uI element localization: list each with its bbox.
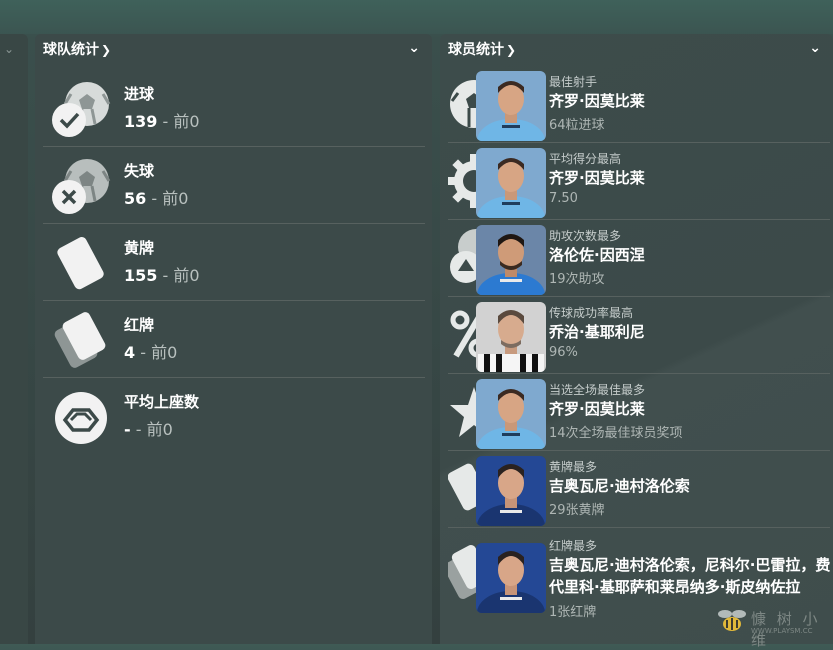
- chevron-down-icon[interactable]: ⌄: [809, 40, 821, 56]
- player-name: 齐罗·因莫比莱: [549, 169, 645, 187]
- red-card-icon: [54, 312, 106, 368]
- team-stats-panel: 球队统计 ❯ ⌄ 进球 139 - 前0 失球 56 - 前0 黄牌 155 - …: [35, 34, 432, 644]
- stat-category: 红牌最多: [549, 539, 598, 553]
- stat-value: 4 - 前0: [124, 343, 178, 362]
- stat-value: 64粒进球: [549, 118, 605, 133]
- stat-category: 当选全场最佳最多: [549, 383, 646, 397]
- stat-label: 黄牌: [124, 239, 155, 257]
- stat-value: 139 - 前0: [124, 112, 200, 131]
- stat-value: - - 前0: [124, 420, 173, 439]
- stat-value: 96%: [549, 345, 578, 360]
- chevron-right-icon: ❯: [101, 43, 112, 57]
- stat-value: 14次全场最佳球员奖项: [549, 426, 683, 441]
- stadium-icon: [55, 392, 107, 444]
- player-stats-header[interactable]: 球员统计 ❯: [448, 39, 516, 59]
- panel-title: 球员统计: [448, 42, 504, 58]
- player-photo: [476, 302, 546, 372]
- player-stat-row[interactable]: 平均得分最高 齐罗·因莫比莱 7.50: [448, 144, 830, 220]
- stat-value: 155 - 前0: [124, 266, 200, 285]
- stat-category: 助攻次数最多: [549, 229, 622, 243]
- stat-label: 平均上座数: [124, 393, 200, 411]
- stat-value: 7.50: [549, 191, 578, 206]
- bee-icon: [718, 610, 746, 631]
- player-stat-row[interactable]: 传球成功率最高 乔治·基耶利尼 96%: [448, 298, 830, 374]
- yellow-card-icon: [57, 237, 104, 290]
- ball-check-icon: [52, 82, 111, 137]
- player-name: 吉奥瓦尼·迪村洛伦索，尼科尔·巴雷拉，费代里科·基耶萨和莱昂纳多·斯皮纳佐拉: [549, 556, 831, 596]
- stat-row-goals: 进球 139 - 前0: [43, 70, 425, 147]
- chevron-down-icon[interactable]: ⌄: [4, 42, 14, 56]
- watermark-url: WWW.PLAYSM.CC: [751, 627, 813, 635]
- stat-value: 56 - 前0: [124, 189, 189, 208]
- stat-category: 最佳射手: [549, 75, 598, 89]
- stat-category: 平均得分最高: [549, 152, 622, 166]
- player-stat-row[interactable]: 当选全场最佳最多 齐罗·因莫比莱 14次全场最佳球员奖项: [448, 375, 830, 451]
- player-stat-row[interactable]: 助攻次数最多 洛伦佐·因西涅 19次助攻: [448, 221, 830, 297]
- top-band: [0, 0, 833, 34]
- player-name: 齐罗·因莫比莱: [549, 92, 645, 110]
- stat-label: 失球: [124, 162, 155, 180]
- stat-label: 红牌: [124, 316, 155, 334]
- stat-value: 19次助攻: [549, 272, 605, 287]
- watermark-logo: 慷 树 小 维 WWW.PLAYSM.CC: [715, 604, 825, 649]
- player-name: 乔治·基耶利尼: [549, 323, 645, 341]
- player-name: 齐罗·因莫比莱: [549, 400, 645, 418]
- stat-value: 1张红牌: [549, 605, 597, 620]
- player-name: 洛伦佐·因西涅: [549, 246, 645, 264]
- player-photo: [476, 379, 546, 449]
- panel-title: 球队统计: [43, 42, 99, 58]
- stat-row-yellow: 黄牌 155 - 前0: [43, 224, 425, 301]
- stat-category: 黄牌最多: [549, 460, 598, 474]
- player-name: 吉奥瓦尼·迪村洛伦索: [549, 477, 690, 495]
- stat-label: 进球: [124, 85, 155, 103]
- player-photo: [476, 148, 546, 218]
- stat-row-conceded: 失球 56 - 前0: [43, 147, 425, 224]
- player-stat-row[interactable]: 黄牌最多 吉奥瓦尼·迪村洛伦索 29张黄牌: [448, 452, 830, 528]
- collapsed-panel[interactable]: ⌄: [0, 34, 28, 644]
- team-stats-header[interactable]: 球队统计 ❯: [43, 39, 111, 59]
- player-photo: [476, 543, 546, 613]
- player-stats-panel: 球员统计 ❯ ⌄ 最佳射手 齐罗·因莫比莱 64粒进球 平均得分最高 齐罗·因莫…: [440, 34, 833, 644]
- player-photo: [476, 456, 546, 526]
- stat-row-attendance: 平均上座数 - - 前0: [43, 378, 425, 454]
- stat-category: 传球成功率最高: [549, 306, 634, 320]
- ball-cross-icon: [52, 159, 111, 214]
- player-stat-row[interactable]: 最佳射手 齐罗·因莫比莱 64粒进球: [448, 67, 830, 143]
- player-photo: [476, 225, 546, 295]
- stat-value: 29张黄牌: [549, 503, 605, 518]
- chevron-down-icon[interactable]: ⌄: [408, 40, 420, 56]
- stat-row-red: 红牌 4 - 前0: [43, 301, 425, 378]
- player-photo: [476, 71, 546, 141]
- chevron-right-icon: ❯: [506, 43, 517, 57]
